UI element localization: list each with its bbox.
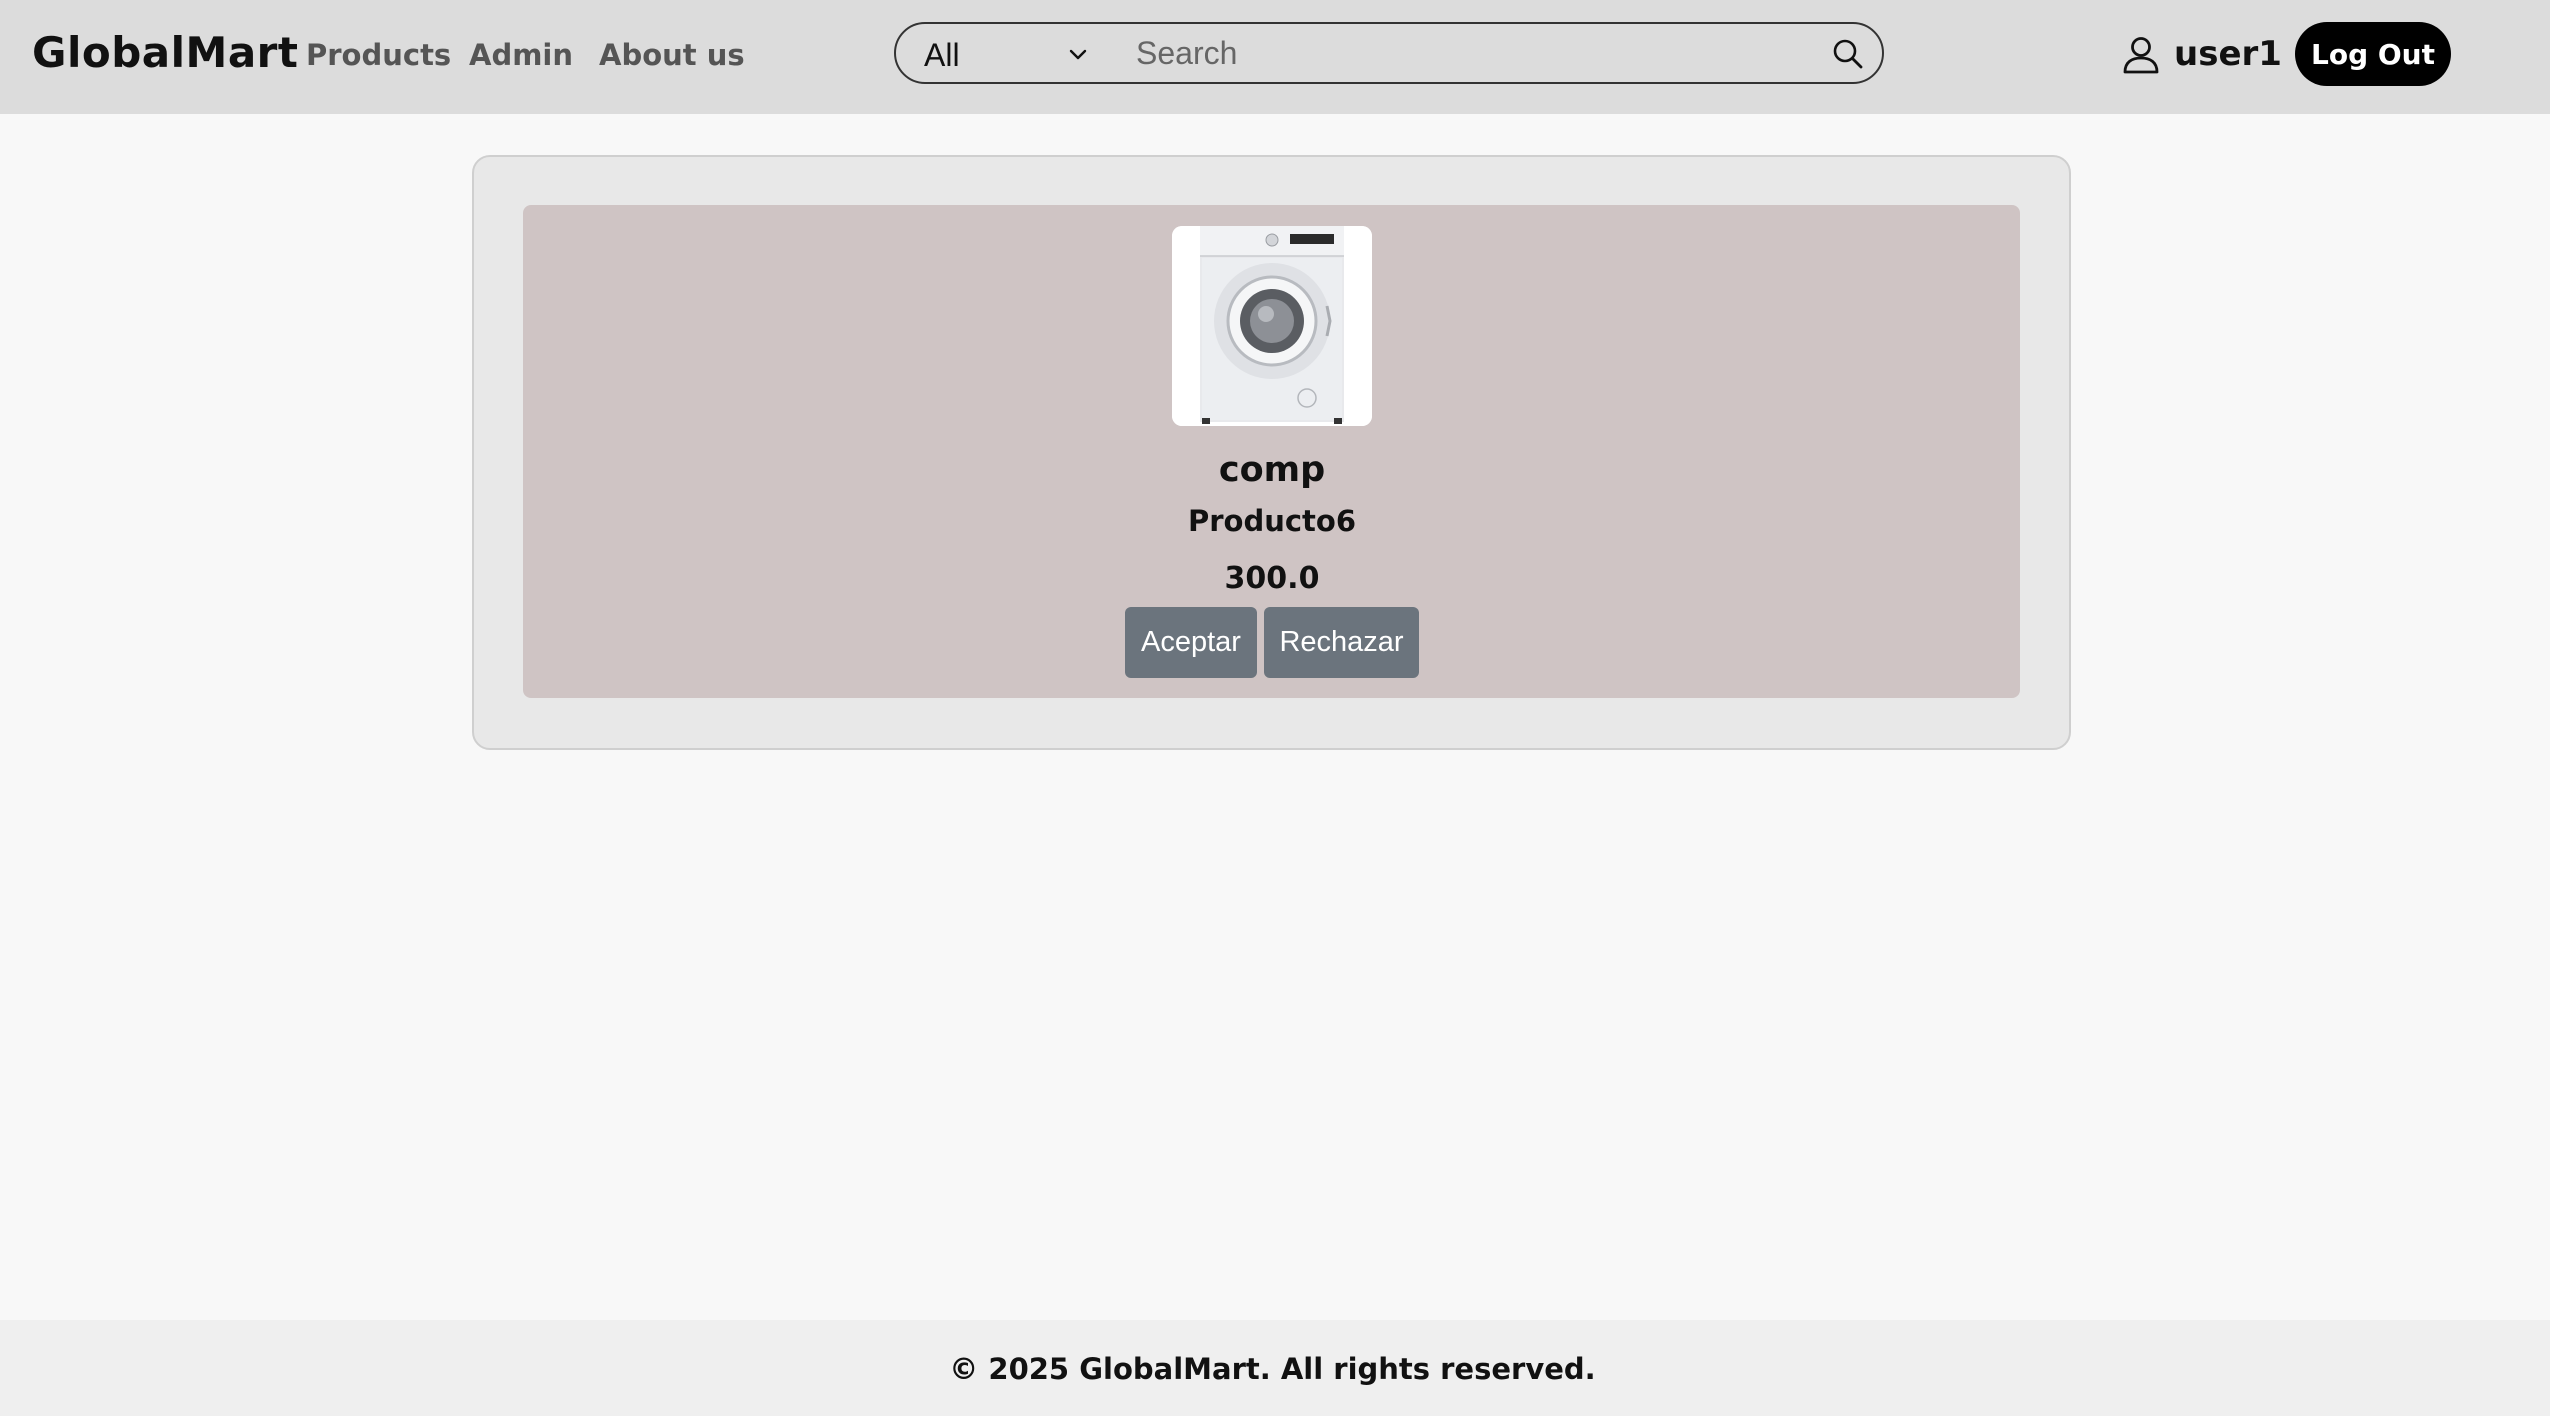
washing-machine-icon <box>1172 226 1372 426</box>
brand-logo[interactable]: GlobalMart <box>32 28 298 77</box>
search-category-select[interactable]: All <box>924 37 960 74</box>
accept-button[interactable]: Aceptar <box>1125 607 1257 678</box>
footer: © 2025 GlobalMart. All rights reserved. <box>0 1320 2550 1416</box>
logout-button[interactable]: Log Out <box>2295 22 2451 86</box>
product-image <box>1172 226 1372 426</box>
chevron-down-icon[interactable] <box>1066 42 1090 66</box>
product-name: Producto6 <box>1187 504 1357 538</box>
reject-button[interactable]: Rechazar <box>1264 607 1419 678</box>
nav-about-link[interactable]: About us <box>599 38 745 72</box>
search-bar: All <box>894 22 1884 84</box>
nav-admin-link[interactable]: Admin <box>469 38 573 72</box>
username-label[interactable]: user1 <box>2174 34 2282 74</box>
product-price: 300.0 <box>1224 561 1320 596</box>
product-title: comp <box>1218 450 1326 490</box>
search-icon[interactable] <box>1830 36 1866 72</box>
user-icon[interactable] <box>2120 34 2162 76</box>
search-input[interactable] <box>1136 32 1816 74</box>
nav-products-link[interactable]: Products <box>306 38 451 72</box>
top-navbar: GlobalMart Products Admin About us All u… <box>0 0 2550 114</box>
footer-copyright: © 2025 GlobalMart. All rights reserved. <box>949 1352 1596 1386</box>
